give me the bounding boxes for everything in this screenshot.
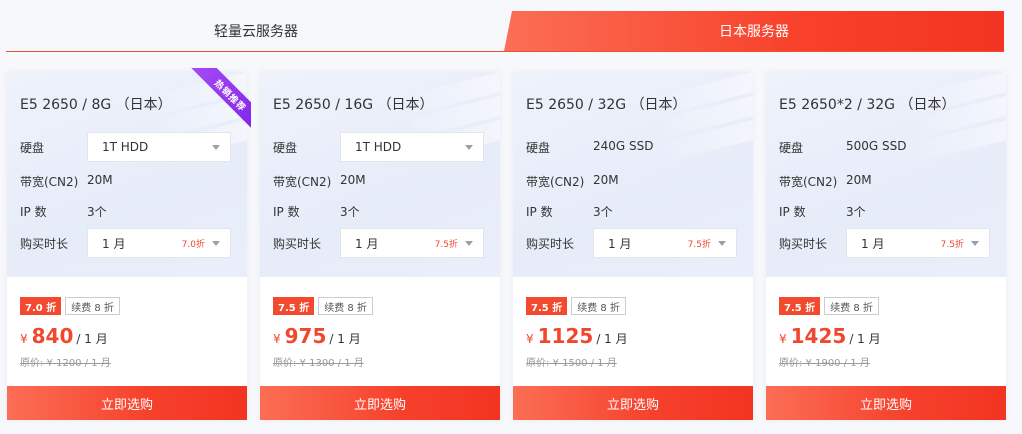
ip-label: IP 数 xyxy=(526,205,553,219)
buy-now-button[interactable]: 立即选购 xyxy=(7,386,247,420)
chevron-down-icon xyxy=(212,241,220,246)
card-title: E5 2650 / 32G （日本） xyxy=(526,97,687,113)
card-spec-panel: E5 2650 / 32G （日本） 硬盘 240G SSD 带宽(CN2) 2… xyxy=(513,72,753,277)
original-price: 原价: ¥ 1200 / 1 月 xyxy=(20,358,111,369)
card-title: E5 2650 / 8G （日本） xyxy=(20,97,172,113)
card-spec-panel: E5 2650 / 16G （日本） 硬盘 1T HDD 带宽(CN2) 20M… xyxy=(260,72,500,277)
duration-select-value: 1 月 xyxy=(608,236,632,251)
renew-badge: 续费 8 折 xyxy=(318,297,373,315)
duration-select[interactable]: 1 月 7.5折 xyxy=(340,228,484,258)
disk-select-value: 1T HDD xyxy=(102,140,149,154)
duration-select[interactable]: 1 月 7.0折 xyxy=(87,228,231,258)
bandwidth-value: 20M xyxy=(593,173,619,187)
original-price: 原价: ¥ 1300 / 1 月 xyxy=(273,358,364,369)
price: ¥ 975 / 1 月 xyxy=(273,324,361,348)
duration-discount: 7.0折 xyxy=(181,240,205,250)
disk-select[interactable]: 1T HDD xyxy=(87,132,231,162)
duration-select[interactable]: 1 月 7.5折 xyxy=(846,228,990,258)
buy-now-button[interactable]: 立即选购 xyxy=(513,386,753,420)
bandwidth-value: 20M xyxy=(87,173,113,187)
discount-badge: 7.5 折 xyxy=(526,297,568,315)
price-amount: 975 xyxy=(284,324,327,348)
ip-label: IP 数 xyxy=(779,205,806,219)
bandwidth-value: 20M xyxy=(846,173,872,187)
bandwidth-label: 带宽(CN2) xyxy=(273,175,332,189)
card-title: E5 2650*2 / 32G （日本） xyxy=(779,97,956,113)
bandwidth-label: 带宽(CN2) xyxy=(779,175,838,189)
duration-discount: 7.5折 xyxy=(940,240,964,250)
ip-label: IP 数 xyxy=(20,205,47,219)
promo-badges: 7.5 折 续费 8 折 xyxy=(526,297,626,315)
disk-label: 硬盘 xyxy=(779,141,804,155)
hot-ribbon-label: 热销推荐 xyxy=(190,68,251,130)
price-unit: / 1 月 xyxy=(76,332,108,346)
price-amount: 840 xyxy=(31,324,74,348)
duration-label: 购买时长 xyxy=(273,237,322,251)
chevron-down-icon xyxy=(465,145,473,150)
promo-badges: 7.0 折 续费 8 折 xyxy=(20,297,120,315)
currency-symbol: ¥ xyxy=(526,332,534,346)
currency-symbol: ¥ xyxy=(779,332,787,346)
product-card-2: E5 2650 / 16G （日本） 硬盘 1T HDD 带宽(CN2) 20M… xyxy=(260,72,500,420)
product-cards: E5 2650 / 8G （日本） 硬盘 1T HDD 带宽(CN2) 20M … xyxy=(0,0,1022,434)
duration-select-value: 1 月 xyxy=(102,236,126,251)
renew-badge: 续费 8 折 xyxy=(824,297,879,315)
disk-label: 硬盘 xyxy=(20,141,45,155)
disk-value: 240G SSD xyxy=(593,139,654,153)
buy-now-button[interactable]: 立即选购 xyxy=(260,386,500,420)
price: ¥ 840 / 1 月 xyxy=(20,324,108,348)
duration-select[interactable]: 1 月 7.5折 xyxy=(593,228,737,258)
original-price: 原价: ¥ 1500 / 1 月 xyxy=(526,358,617,369)
product-card-1: E5 2650 / 8G （日本） 硬盘 1T HDD 带宽(CN2) 20M … xyxy=(7,68,251,420)
renew-badge: 续费 8 折 xyxy=(571,297,626,315)
chevron-down-icon xyxy=(465,241,473,246)
duration-discount: 7.5折 xyxy=(687,240,711,250)
buy-now-button[interactable]: 立即选购 xyxy=(766,386,1006,420)
duration-label: 购买时长 xyxy=(526,237,575,251)
disk-select[interactable]: 1T HDD xyxy=(340,132,484,162)
disk-label: 硬盘 xyxy=(526,141,551,155)
promo-badges: 7.5 折 续费 8 折 xyxy=(779,297,879,315)
price: ¥ 1125 / 1 月 xyxy=(526,324,628,348)
renew-badge: 续费 8 折 xyxy=(65,297,120,315)
duration-select-value: 1 月 xyxy=(861,236,885,251)
bandwidth-label: 带宽(CN2) xyxy=(526,175,585,189)
discount-badge: 7.0 折 xyxy=(20,297,62,315)
ip-value: 3个 xyxy=(846,205,866,219)
price: ¥ 1425 / 1 月 xyxy=(779,324,881,348)
discount-badge: 7.5 折 xyxy=(779,297,821,315)
card-spec-panel: E5 2650*2 / 32G （日本） 硬盘 500G SSD 带宽(CN2)… xyxy=(766,72,1006,277)
duration-label: 购买时长 xyxy=(20,237,69,251)
card-title: E5 2650 / 16G （日本） xyxy=(273,97,434,113)
bandwidth-label: 带宽(CN2) xyxy=(20,175,79,189)
currency-symbol: ¥ xyxy=(273,332,281,346)
chevron-down-icon xyxy=(971,241,979,246)
duration-select-value: 1 月 xyxy=(355,236,379,251)
currency-symbol: ¥ xyxy=(20,332,28,346)
price-unit: / 1 月 xyxy=(596,332,628,346)
product-card-3: E5 2650 / 32G （日本） 硬盘 240G SSD 带宽(CN2) 2… xyxy=(513,72,753,420)
price-amount: 1425 xyxy=(790,324,847,348)
original-price: 原价: ¥ 1900 / 1 月 xyxy=(779,358,870,369)
bandwidth-value: 20M xyxy=(340,173,366,187)
price-unit: / 1 月 xyxy=(849,332,881,346)
hot-ribbon: 热销推荐 xyxy=(189,68,251,130)
ip-label: IP 数 xyxy=(273,205,300,219)
ip-value: 3个 xyxy=(593,205,613,219)
duration-discount: 7.5折 xyxy=(434,240,458,250)
disk-select-value: 1T HDD xyxy=(355,140,402,154)
disk-value: 500G SSD xyxy=(846,139,907,153)
promo-badges: 7.5 折 续费 8 折 xyxy=(273,297,373,315)
price-amount: 1125 xyxy=(537,324,594,348)
disk-label: 硬盘 xyxy=(273,141,298,155)
duration-label: 购买时长 xyxy=(779,237,828,251)
chevron-down-icon xyxy=(212,145,220,150)
price-unit: / 1 月 xyxy=(329,332,361,346)
discount-badge: 7.5 折 xyxy=(273,297,315,315)
chevron-down-icon xyxy=(718,241,726,246)
product-card-4: E5 2650*2 / 32G （日本） 硬盘 500G SSD 带宽(CN2)… xyxy=(766,72,1006,420)
ip-value: 3个 xyxy=(340,205,360,219)
ip-value: 3个 xyxy=(87,205,107,219)
